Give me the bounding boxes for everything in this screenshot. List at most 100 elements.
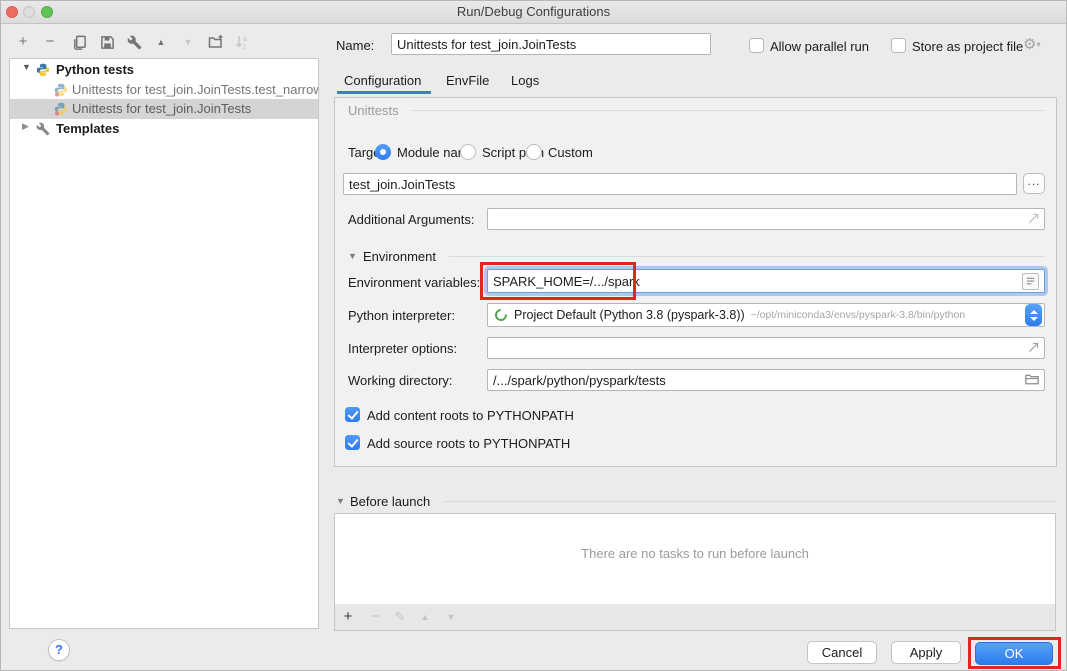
arrow-up-icon: ▲: [157, 33, 166, 51]
active-tab-indicator: [337, 91, 431, 94]
zoom-button[interactable]: [41, 6, 53, 18]
before-launch-task-list: There are no tasks to run before launch: [334, 513, 1056, 605]
move-up-button[interactable]: ▲: [152, 33, 170, 51]
conda-environment-icon: [493, 307, 510, 324]
configurations-tree: ▼ Python tests Unittests for test_join.J…: [9, 58, 319, 629]
edit-environment-variables-button[interactable]: [1022, 273, 1039, 290]
environment-collapse-icon[interactable]: ▼: [348, 251, 357, 261]
add-task-button[interactable]: +: [339, 608, 357, 626]
name-input[interactable]: [391, 33, 711, 55]
move-down-button: ▼: [179, 33, 197, 51]
tree-root-label: Python tests: [56, 63, 134, 77]
working-directory-input[interactable]: [487, 369, 1045, 391]
expand-field-icon[interactable]: [1027, 341, 1040, 354]
interpreter-path: ~/opt/miniconda3/envs/pyspark-3.8/bin/py…: [751, 309, 1025, 321]
python-interpreter-label: Python interpreter:: [348, 308, 455, 324]
edit-task-button: ✎: [391, 608, 409, 626]
copy-icon: [72, 35, 87, 50]
plus-icon: +: [344, 608, 353, 626]
store-as-project-file-checkbox[interactable]: [891, 38, 906, 53]
tree-item-test-narrow[interactable]: Unittests for test_join.JoinTests.test_n…: [10, 80, 318, 100]
python-test-icon: [54, 102, 68, 116]
environment-section-title: Environment: [363, 249, 436, 265]
working-directory-label: Working directory:: [348, 373, 453, 389]
add-configuration-button[interactable]: +: [14, 33, 32, 51]
radio-module-name[interactable]: [375, 144, 391, 160]
save-configuration-button[interactable]: [98, 33, 116, 51]
radio-script-path[interactable]: [460, 144, 476, 160]
minus-icon: −: [46, 33, 55, 51]
remove-task-button: −: [366, 608, 384, 626]
name-label: Name:: [336, 38, 374, 54]
unittests-group-title: Unittests: [348, 103, 399, 118]
allow-parallel-run-checkbox[interactable]: [749, 38, 764, 53]
apply-button[interactable]: Apply: [891, 641, 961, 664]
tree-root-python-tests[interactable]: ▼ Python tests: [10, 60, 318, 80]
python-test-icon: [54, 83, 68, 97]
before-launch-toolbar: + − ✎ ▲ ▼: [334, 604, 1056, 631]
group-divider: [411, 110, 1045, 111]
copy-configuration-button[interactable]: [70, 33, 88, 51]
add-source-roots-checkbox[interactable]: [345, 435, 360, 450]
svg-text:z: z: [243, 44, 247, 51]
chevron-down-icon: ▾: [1036, 40, 1040, 49]
arrow-down-icon: ▼: [184, 33, 193, 51]
question-mark-icon: ?: [55, 642, 63, 657]
remove-configuration-button[interactable]: −: [41, 33, 59, 51]
python-icon: [36, 63, 50, 77]
ok-button[interactable]: OK: [975, 642, 1053, 665]
minimize-button: [23, 6, 35, 18]
tree-item-label: Unittests for test_join.JoinTests.test_n…: [72, 83, 318, 97]
store-options-button[interactable]: ⚙▾: [1023, 37, 1040, 52]
sort-alpha-icon: az: [234, 34, 250, 50]
interpreter-name: Project Default (Python 3.8 (pyspark-3.8…: [514, 308, 745, 322]
move-task-up-button: ▲: [416, 608, 434, 626]
close-button[interactable]: [6, 6, 18, 18]
before-launch-empty-text: There are no tasks to run before launch: [335, 546, 1055, 561]
plus-icon: +: [19, 33, 28, 51]
radio-custom[interactable]: [526, 144, 542, 160]
run-debug-configurations-dialog: Run/Debug Configurations + − ▲ ▼ az ▼ Py…: [0, 0, 1067, 671]
add-source-roots-label: Add source roots to PYTHONPATH: [367, 436, 570, 452]
store-as-project-file-label: Store as project file: [912, 39, 1023, 55]
additional-arguments-label: Additional Arguments:: [348, 212, 474, 228]
interpreter-options-input[interactable]: [487, 337, 1045, 359]
dropdown-stepper-icon[interactable]: [1025, 304, 1042, 326]
expander-closed-icon[interactable]: ▶: [22, 121, 29, 132]
environment-variables-input[interactable]: [487, 269, 1045, 293]
add-content-roots-checkbox[interactable]: [345, 407, 360, 422]
help-button[interactable]: ?: [48, 639, 70, 661]
save-icon: [100, 35, 115, 50]
expand-field-icon[interactable]: [1027, 212, 1040, 225]
target-input[interactable]: [343, 173, 1017, 195]
python-interpreter-select[interactable]: Project Default (Python 3.8 (pyspark-3.8…: [487, 303, 1045, 327]
move-task-down-button: ▼: [442, 608, 460, 626]
tree-item-label: Unittests for test_join.JoinTests: [72, 102, 251, 116]
folder-icon[interactable]: [1024, 372, 1040, 387]
title-bar: Run/Debug Configurations: [1, 1, 1066, 24]
arrow-up-icon: ▲: [421, 608, 430, 626]
cancel-button[interactable]: Cancel: [807, 641, 877, 664]
create-folder-button[interactable]: [207, 33, 225, 51]
wrench-icon: [36, 122, 50, 136]
tree-node-templates[interactable]: ▶ Templates: [10, 119, 318, 139]
browse-target-button[interactable]: ...: [1023, 173, 1045, 194]
section-divider: [443, 501, 1056, 502]
section-divider: [449, 256, 1045, 257]
add-content-roots-label: Add content roots to PYTHONPATH: [367, 408, 574, 424]
wrench-icon: [127, 35, 142, 50]
tab-envfile[interactable]: EnvFile: [446, 73, 489, 88]
before-launch-section-title: Before launch: [350, 494, 430, 510]
radio-custom-label: Custom: [548, 145, 593, 161]
edit-templates-button[interactable]: [125, 33, 143, 51]
tab-logs[interactable]: Logs: [511, 73, 539, 88]
tab-configuration[interactable]: Configuration: [344, 73, 421, 88]
new-folder-icon: [208, 34, 224, 50]
before-launch-collapse-icon[interactable]: ▼: [336, 496, 345, 506]
svg-text:a: a: [243, 36, 247, 43]
expander-open-icon[interactable]: ▼: [22, 62, 31, 72]
tree-item-jointests-selected[interactable]: Unittests for test_join.JoinTests: [10, 99, 318, 119]
interpreter-options-label: Interpreter options:: [348, 341, 457, 357]
list-icon: [1025, 276, 1036, 287]
additional-arguments-input[interactable]: [487, 208, 1045, 230]
